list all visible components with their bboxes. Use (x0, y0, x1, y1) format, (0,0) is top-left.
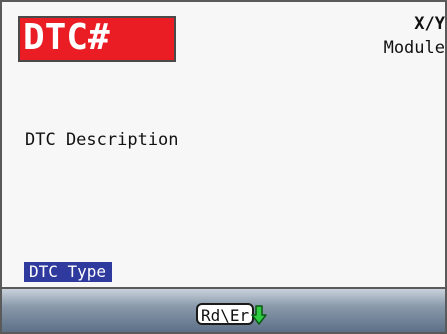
read-erase-button[interactable]: Rd\Er (196, 303, 255, 325)
dtc-number-box: DTC# (18, 16, 176, 62)
module-label: Module (383, 38, 445, 58)
dtc-position-indicator: X/Y (414, 14, 445, 34)
dtc-description: DTC Description (25, 130, 179, 150)
dtc-type-badge: DTC Type (24, 262, 113, 282)
down-arrow-icon[interactable] (251, 305, 267, 325)
